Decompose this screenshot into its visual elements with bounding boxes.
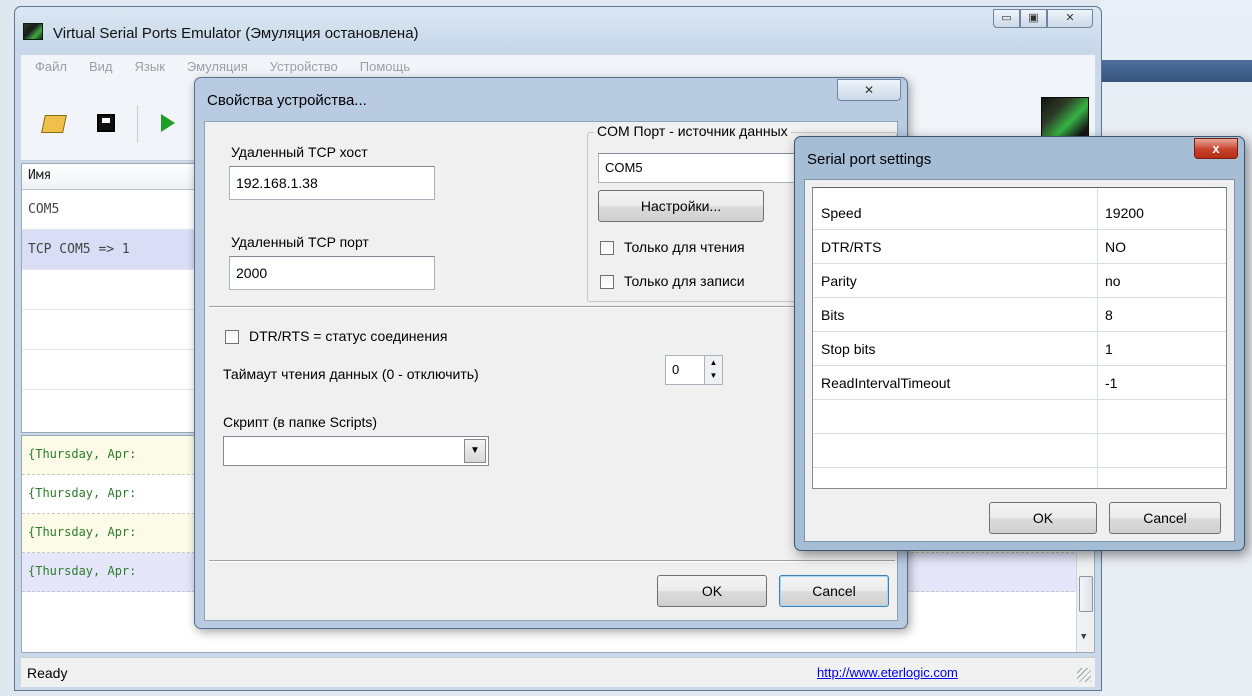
setting-name: DTR/RTS — [821, 239, 882, 255]
serial-dialog-title: Serial port settings — [807, 151, 932, 168]
setting-name: ReadIntervalTimeout — [821, 375, 951, 391]
write-only-checkbox[interactable] — [600, 275, 614, 289]
resize-grip-icon[interactable] — [1077, 668, 1091, 682]
device-list: Имя COM5 TCP COM5 => 1 — [21, 163, 199, 433]
read-timeout-spinner[interactable]: 0 ▲ ▼ — [665, 355, 723, 385]
caption-buttons: ▭ ▣ ✕ — [993, 9, 1093, 28]
ok-button[interactable]: OK — [989, 502, 1097, 534]
device-dialog-close-button[interactable]: ✕ — [837, 79, 901, 101]
dtr-rts-checkbox[interactable] — [225, 330, 239, 344]
spinner-arrows-icon[interactable]: ▲ ▼ — [704, 356, 722, 384]
menu-view[interactable]: Вид — [89, 55, 113, 81]
background-window-titlebar — [1100, 60, 1252, 82]
serial-dialog-close-button[interactable]: x — [1194, 138, 1238, 159]
divider — [209, 560, 895, 562]
script-label: Скрипт (в папке Scripts) — [223, 414, 378, 430]
read-timeout-label: Таймаут чтения данных (0 - отключить) — [223, 366, 479, 382]
settings-button[interactable]: Настройки... — [598, 190, 764, 222]
close-button[interactable]: ✕ — [1047, 9, 1093, 28]
table-row-empty — [813, 434, 1226, 468]
read-only-checkbox[interactable] — [600, 241, 614, 255]
table-row[interactable]: Speed 19200 — [813, 196, 1226, 230]
save-icon[interactable] — [97, 114, 115, 132]
status-text: Ready — [27, 665, 68, 681]
table-row-empty — [813, 400, 1226, 434]
app-icon — [23, 23, 43, 40]
main-window-title: Virtual Serial Ports Emulator (Эмуляция … — [53, 25, 419, 42]
website-link[interactable]: http://www.eterlogic.com — [817, 658, 958, 688]
remote-host-input[interactable]: 192.168.1.38 — [229, 166, 435, 200]
toolbar-separator — [137, 105, 138, 143]
read-only-label: Только для чтения — [624, 239, 745, 255]
list-item-empty — [22, 270, 198, 310]
port-settings-table: Speed 19200 DTR/RTS NO Parity no Bits 8 … — [812, 187, 1227, 489]
ok-button[interactable]: OK — [657, 575, 767, 607]
table-row[interactable]: DTR/RTS NO — [813, 230, 1226, 264]
setting-name: Bits — [821, 307, 845, 323]
setting-value[interactable]: -1 — [1105, 375, 1117, 391]
remote-port-input[interactable]: 2000 — [229, 256, 435, 290]
remote-port-label: Удаленный TCP порт — [231, 234, 369, 250]
maximize-button[interactable]: ▣ — [1020, 9, 1047, 28]
list-item[interactable]: COM5 — [22, 190, 198, 230]
minimize-button[interactable]: ▭ — [993, 9, 1020, 28]
start-emulation-icon[interactable] — [161, 114, 175, 132]
table-row[interactable]: Parity no — [813, 264, 1226, 298]
read-timeout-value: 0 — [672, 362, 680, 377]
open-folder-icon[interactable] — [41, 115, 67, 133]
setting-name: Speed — [821, 205, 862, 221]
serial-port-settings-dialog: Serial port settings x Speed 19200 DTR/R… — [794, 136, 1245, 551]
dropdown-arrow-icon[interactable]: ▼ — [464, 439, 486, 463]
setting-value[interactable]: 19200 — [1105, 205, 1144, 221]
menu-file[interactable]: Файл — [35, 55, 67, 81]
divider — [209, 306, 895, 308]
table-row[interactable]: ReadIntervalTimeout -1 — [813, 366, 1226, 400]
list-item-empty — [22, 350, 198, 390]
menu-language[interactable]: Язык — [135, 55, 165, 81]
list-item[interactable]: TCP COM5 => 1 — [22, 230, 198, 270]
setting-value[interactable]: 8 — [1105, 307, 1113, 323]
setting-name: Stop bits — [821, 341, 876, 357]
dtr-rts-label: DTR/RTS = статус соединения — [249, 328, 448, 344]
device-dialog-title: Свойства устройства... — [207, 92, 367, 109]
write-only-label: Только для записи — [624, 273, 745, 289]
status-bar: Ready http://www.eterlogic.com — [21, 657, 1095, 687]
table-row[interactable]: Bits 8 — [813, 298, 1226, 332]
com-port-group-label: COM Порт - источник данных — [594, 123, 791, 139]
remote-host-label: Удаленный TCP хост — [231, 144, 368, 160]
cancel-button[interactable]: Cancel — [779, 575, 889, 607]
com-port-select[interactable]: COM5 — [598, 153, 798, 183]
serial-dialog-body: Speed 19200 DTR/RTS NO Parity no Bits 8 … — [804, 179, 1235, 542]
main-title-bar[interactable]: Virtual Serial Ports Emulator (Эмуляция … — [15, 7, 1101, 53]
setting-value[interactable]: NO — [1105, 239, 1126, 255]
cancel-button[interactable]: Cancel — [1109, 502, 1221, 534]
setting-value[interactable]: no — [1105, 273, 1121, 289]
script-select[interactable]: ▼ — [223, 436, 489, 466]
scrollbar-thumb[interactable] — [1079, 576, 1093, 612]
list-item-empty — [22, 310, 198, 350]
setting-value[interactable]: 1 — [1105, 341, 1113, 357]
scroll-down-icon[interactable]: ▼ — [1081, 632, 1086, 642]
setting-name: Parity — [821, 273, 857, 289]
table-row[interactable]: Stop bits 1 — [813, 332, 1226, 366]
list-header-name[interactable]: Имя — [22, 164, 198, 190]
